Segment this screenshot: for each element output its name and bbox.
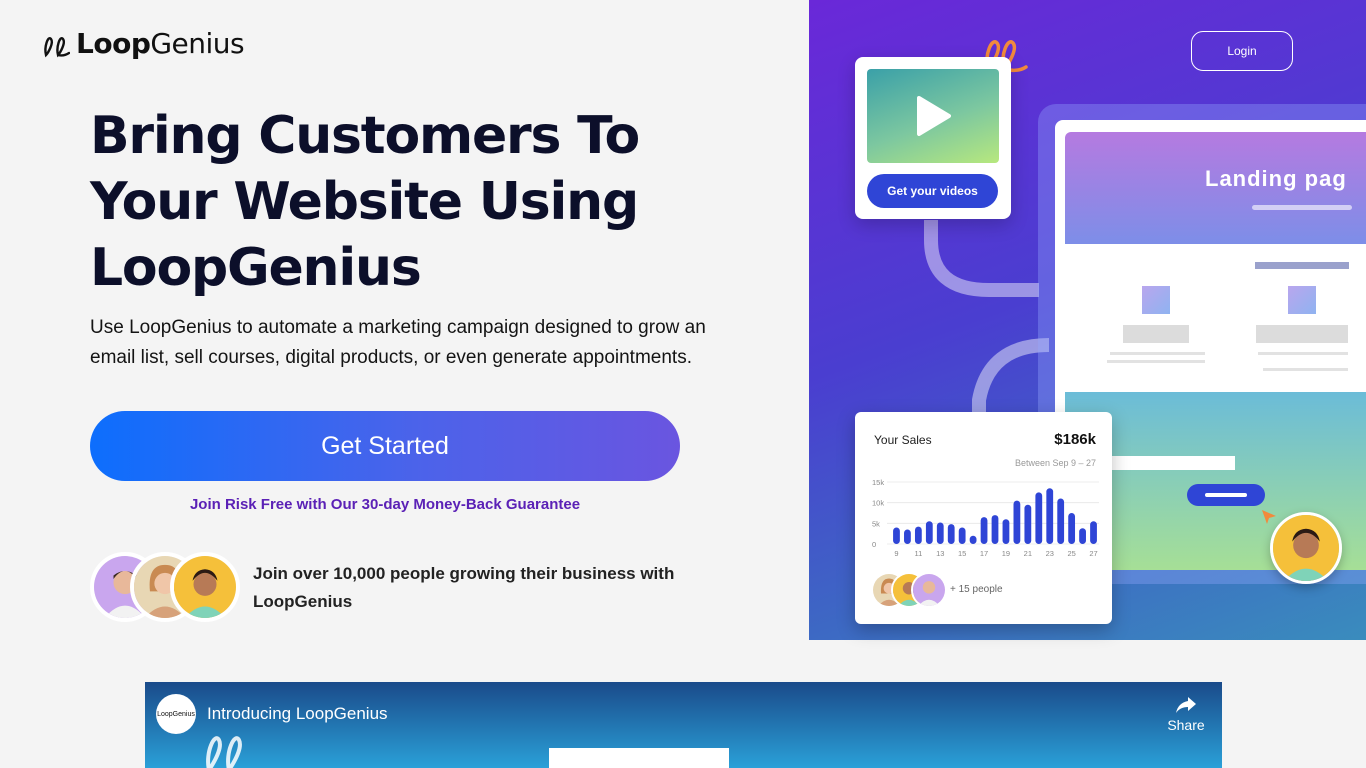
- y-tick-label: 15k: [872, 478, 884, 487]
- customer-avatars: [90, 552, 240, 622]
- landing-feature-icon: [1288, 286, 1316, 314]
- get-videos-button: Get your videos: [867, 174, 998, 208]
- video-title[interactable]: Introducing LoopGenius: [207, 704, 388, 724]
- landing-subtitle-bar: [1252, 205, 1352, 210]
- sales-range: Between Sep 9 – 27: [1014, 458, 1096, 468]
- landing-placeholder: [1107, 360, 1205, 363]
- chart-bar: [925, 521, 933, 544]
- x-tick-label: 25: [1067, 549, 1075, 558]
- floating-avatar: [1270, 512, 1342, 584]
- guarantee-link[interactable]: Join Risk Free with Our 30-day Money-Bac…: [90, 496, 680, 513]
- chart-bar: [1013, 500, 1021, 544]
- y-tick-label: 5k: [872, 519, 880, 528]
- share-label: Share: [1167, 717, 1205, 733]
- chart-bar: [1024, 504, 1032, 544]
- get-started-button[interactable]: Get Started: [90, 411, 680, 481]
- landing-placeholder: [1110, 352, 1205, 355]
- chart-bar: [893, 527, 900, 544]
- chart-bar: [914, 526, 922, 544]
- chart-bar: [936, 522, 944, 544]
- share-icon: [1176, 697, 1196, 713]
- play-icon: [917, 96, 951, 136]
- chart-bar: [1035, 492, 1043, 544]
- sales-people-count: + 15 people: [950, 584, 1003, 595]
- chart-bar: [1090, 521, 1097, 544]
- chart-bar: [1079, 528, 1086, 544]
- x-tick-label: 15: [958, 549, 966, 558]
- x-tick-label: 27: [1089, 549, 1097, 558]
- cursor-icon: [1262, 510, 1276, 524]
- x-tick-label: 13: [936, 549, 944, 558]
- chart-bar: [980, 517, 988, 544]
- landing-placeholder: [1256, 325, 1348, 343]
- login-button[interactable]: Login: [1191, 31, 1293, 71]
- logo-mark-icon: [44, 36, 70, 57]
- logo[interactable]: LoopGenius: [42, 27, 245, 60]
- x-tick-label: 23: [1046, 549, 1054, 558]
- chart-bar: [969, 535, 977, 544]
- y-tick-label: 10k: [872, 499, 884, 508]
- chart-bar: [904, 529, 911, 544]
- x-tick-label: 19: [1002, 549, 1010, 558]
- sales-card: Your Sales $186k Between Sep 9 – 27 15k 1…: [855, 412, 1112, 624]
- x-tick-label: 11: [914, 549, 922, 558]
- video-thumbnail: [867, 69, 999, 163]
- landing-placeholder: [1258, 352, 1348, 355]
- channel-logo[interactable]: LoopGenius: [156, 694, 196, 734]
- x-tick-label: 17: [980, 549, 988, 558]
- share-button[interactable]: Share: [1166, 696, 1206, 733]
- landing-title: Landing pag: [1205, 166, 1347, 191]
- x-tick-label: 21: [1024, 549, 1032, 558]
- y-tick-label: 0: [872, 540, 876, 549]
- sales-bar-chart: 15k 10k 5k 0 9 11 13 15 17 19 21 23 25 27: [872, 478, 1099, 558]
- chart-bar: [1046, 488, 1054, 544]
- x-tick-label: 9: [894, 549, 898, 558]
- mini-avatars: [871, 572, 951, 608]
- video-card: Get your videos: [855, 57, 1011, 219]
- sales-total: $186k: [1054, 431, 1096, 448]
- logo-text: LoopGenius: [76, 27, 245, 60]
- landing-placeholder: [1123, 325, 1189, 343]
- landing-feature-icon: [1142, 286, 1170, 314]
- sales-title: Your Sales: [874, 433, 932, 447]
- video-preview-box: [549, 748, 729, 768]
- avatar: [911, 572, 947, 608]
- landing-form-field: [1105, 456, 1235, 470]
- page-title: Bring Customers To Your Website Using Lo…: [90, 106, 640, 298]
- social-proof-text: Join over 10,000 people growing their bu…: [253, 564, 675, 611]
- avatar: [170, 552, 240, 622]
- chart-bar: [1068, 513, 1076, 544]
- chart-bar: [991, 515, 999, 544]
- loop-watermark-icon: [206, 736, 242, 768]
- chart-bar: [947, 524, 955, 544]
- landing-form-button: [1187, 484, 1265, 506]
- chart-bar: [1057, 498, 1065, 544]
- hero-subtext: Use LoopGenius to automate a marketing c…: [90, 317, 706, 368]
- chart-bar: [1002, 519, 1010, 544]
- chart-bar: [958, 527, 966, 544]
- landing-placeholder: [1263, 368, 1348, 371]
- landing-placeholder: [1255, 262, 1349, 269]
- video-embed[interactable]: LoopGenius Introducing LoopGenius Share: [145, 682, 1222, 768]
